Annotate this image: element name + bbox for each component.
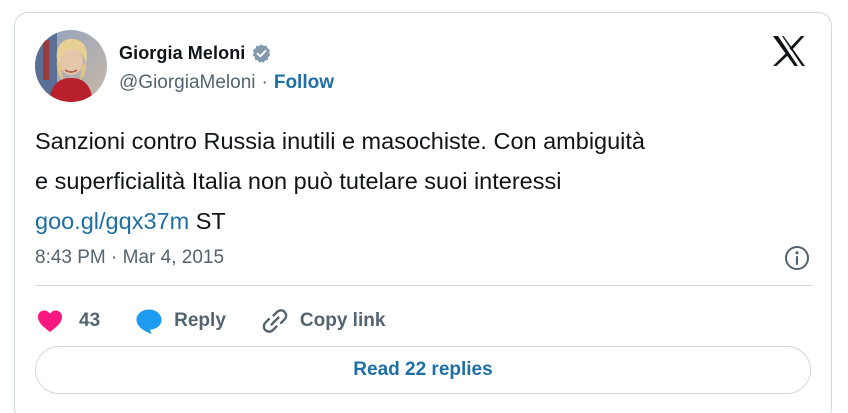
copy-link-label: Copy link: [299, 310, 386, 331]
tweet-header: Giorgia Meloni @GiorgiaMeloni · Follow: [35, 30, 334, 106]
x-logo-icon[interactable]: [771, 35, 807, 67]
action-bar: 43 Reply Copy link: [35, 301, 419, 341]
chain-link-icon: [260, 306, 290, 336]
handle[interactable]: @GiorgiaMeloni: [119, 72, 256, 94]
tweet-text: Sanzioni contro Russia inutili e masochi…: [35, 121, 815, 241]
tweet-text-line-1: Sanzioni contro Russia inutili e masochi…: [35, 128, 646, 154]
separator-dot: ·: [261, 72, 268, 93]
tweet-card: Giorgia Meloni @GiorgiaMeloni · Follow S…: [14, 12, 832, 413]
verified-badge-icon[interactable]: [251, 43, 272, 64]
avatar[interactable]: [35, 30, 107, 102]
heart-icon: [35, 306, 65, 336]
display-name[interactable]: Giorgia Meloni: [119, 43, 245, 64]
like-button[interactable]: 43: [35, 306, 100, 336]
tweet-link[interactable]: goo.gl/gqx37m: [35, 208, 189, 234]
like-count: 43: [79, 310, 101, 331]
tweet-text-line-2: e superficialità Italia non può tutelare…: [35, 168, 562, 194]
info-icon[interactable]: [783, 244, 811, 272]
timestamp-row: 8:43 PM · Mar 4, 2015: [35, 241, 811, 275]
tweet-text-suffix: ST: [189, 208, 226, 234]
handle-row: @GiorgiaMeloni · Follow: [119, 72, 334, 94]
page: Giorgia Meloni @GiorgiaMeloni · Follow S…: [0, 0, 848, 413]
reply-label: Reply: [174, 310, 226, 331]
name-row: Giorgia Meloni: [119, 40, 334, 66]
follow-button[interactable]: Follow: [274, 72, 334, 94]
divider: [35, 285, 813, 286]
avatar-image: [35, 30, 107, 102]
timestamp[interactable]: 8:43 PM · Mar 4, 2015: [35, 247, 224, 269]
author-info: Giorgia Meloni @GiorgiaMeloni · Follow: [119, 40, 334, 94]
copy-link-button[interactable]: Copy link: [260, 306, 386, 336]
read-replies-button[interactable]: Read 22 replies: [35, 346, 811, 394]
tweet-text-line-3: goo.gl/gqx37m ST: [35, 201, 815, 241]
speech-bubble-icon: [134, 306, 164, 336]
reply-button[interactable]: Reply: [134, 306, 226, 336]
